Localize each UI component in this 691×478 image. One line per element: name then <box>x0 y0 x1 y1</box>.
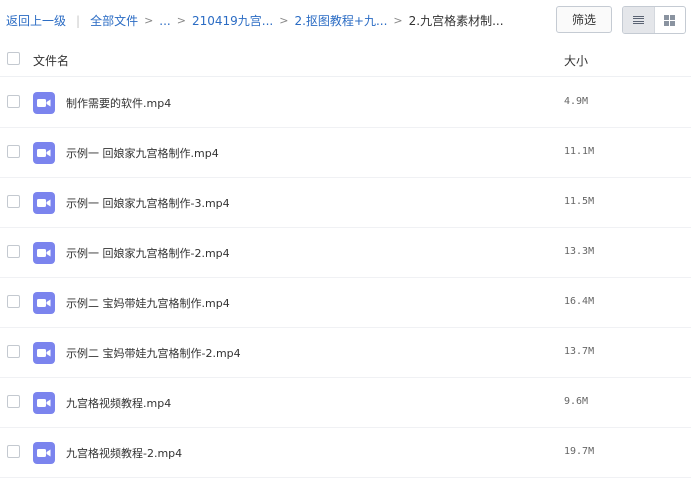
file-row[interactable]: 制作需要的软件.mp4 4.9M <box>0 78 691 128</box>
file-row[interactable]: 示例一 回娘家九宫格制作.mp4 11.1M <box>0 128 691 178</box>
video-file-icon <box>33 292 55 314</box>
breadcrumb-current-folder: 2.九宫格素材制... <box>408 14 504 28</box>
file-size: 11.5M <box>564 196 595 207</box>
breadcrumb-separator: > <box>393 14 403 27</box>
file-size: 4.9M <box>564 96 589 107</box>
file-row[interactable]: 九宫格视频教程.mp4 9.6M <box>0 378 691 428</box>
all-files-link[interactable]: 全部文件 <box>90 12 138 29</box>
file-size: 13.3M <box>564 246 595 257</box>
row-checkbox[interactable] <box>7 345 20 358</box>
row-checkbox[interactable] <box>7 445 20 458</box>
video-file-icon <box>33 192 55 214</box>
file-row[interactable]: 九宫格视频教程-2.mp4 19.7M <box>0 428 691 478</box>
breadcrumb-separator: > <box>144 14 154 27</box>
view-mode-toggle <box>622 6 686 34</box>
file-name[interactable]: 示例二 宝妈带娃九宫格制作.mp4 <box>66 295 230 311</box>
list-view-button[interactable] <box>623 7 654 33</box>
file-row[interactable]: 示例二 宝妈带娃九宫格制作-2.mp4 13.7M <box>0 328 691 378</box>
column-header-name[interactable]: 文件名 <box>33 52 69 69</box>
video-file-icon <box>33 242 55 264</box>
video-file-icon <box>33 92 55 114</box>
breadcrumb: 返回上一级 | 全部文件 > ... > 210419九宫... > 2.抠图教… <box>6 12 504 29</box>
select-all-checkbox[interactable] <box>7 52 20 65</box>
file-list: 制作需要的软件.mp4 4.9M 示例一 回娘家九宫格制作.mp4 11.1M … <box>0 78 691 478</box>
file-row[interactable]: 示例二 宝妈带娃九宫格制作.mp4 16.4M <box>0 278 691 328</box>
file-size: 11.1M <box>564 146 595 157</box>
file-size: 19.7M <box>564 446 595 457</box>
video-file-icon <box>33 392 55 414</box>
row-checkbox[interactable] <box>7 145 20 158</box>
row-checkbox[interactable] <box>7 95 20 108</box>
row-checkbox[interactable] <box>7 295 20 308</box>
back-link[interactable]: 返回上一级 <box>6 12 66 29</box>
file-name[interactable]: 示例一 回娘家九宫格制作.mp4 <box>66 145 219 161</box>
file-name[interactable]: 示例二 宝妈带娃九宫格制作-2.mp4 <box>66 345 241 361</box>
file-size: 16.4M <box>564 296 595 307</box>
file-size: 9.6M <box>564 396 589 407</box>
grid-view-button[interactable] <box>653 7 685 33</box>
row-checkbox[interactable] <box>7 395 20 408</box>
file-name[interactable]: 示例一 回娘家九宫格制作-2.mp4 <box>66 245 230 261</box>
file-row[interactable]: 示例一 回娘家九宫格制作-3.mp4 11.5M <box>0 178 691 228</box>
breadcrumb-separator: > <box>279 14 289 27</box>
file-name[interactable]: 九宫格视频教程.mp4 <box>66 395 171 411</box>
column-header-size[interactable]: 大小 <box>564 52 588 69</box>
file-row[interactable]: 示例一 回娘家九宫格制作-2.mp4 13.3M <box>0 228 691 278</box>
breadcrumb-divider: | <box>76 13 81 28</box>
grid-view-icon <box>664 14 676 26</box>
breadcrumb-folder-2[interactable]: 2.抠图教程+九... <box>294 12 387 29</box>
file-name[interactable]: 九宫格视频教程-2.mp4 <box>66 445 182 461</box>
file-size: 13.7M <box>564 346 595 357</box>
file-name[interactable]: 制作需要的软件.mp4 <box>66 95 171 111</box>
video-file-icon <box>33 142 55 164</box>
list-view-icon <box>632 15 644 25</box>
filter-button[interactable]: 筛选 <box>556 6 612 33</box>
breadcrumb-separator: > <box>176 14 186 27</box>
breadcrumb-ellipsis[interactable]: ... <box>159 14 170 28</box>
row-checkbox[interactable] <box>7 195 20 208</box>
breadcrumb-folder-1[interactable]: 210419九宫... <box>192 12 273 29</box>
row-checkbox[interactable] <box>7 245 20 258</box>
video-file-icon <box>33 442 55 464</box>
file-name[interactable]: 示例一 回娘家九宫格制作-3.mp4 <box>66 195 230 211</box>
video-file-icon <box>33 342 55 364</box>
top-bar: 返回上一级 | 全部文件 > ... > 210419九宫... > 2.抠图教… <box>0 0 691 40</box>
file-list-header: 文件名 大小 <box>0 41 691 77</box>
